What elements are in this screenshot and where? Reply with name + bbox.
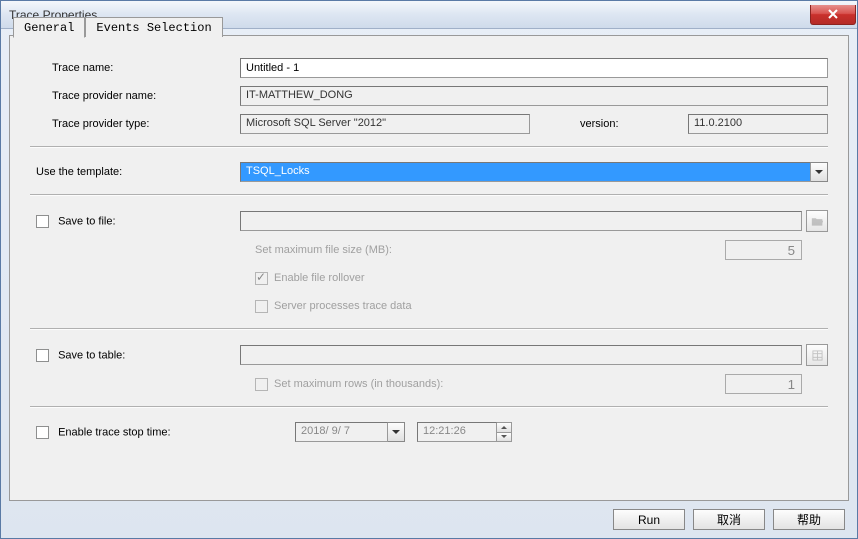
- row-server-processes: Server processes trace data: [30, 296, 828, 316]
- trace-name-input[interactable]: [240, 58, 828, 78]
- folder-open-icon: [811, 216, 824, 227]
- row-save-file: Save to file:: [30, 210, 828, 232]
- dialog-button-row: Run 取消 帮助: [613, 509, 845, 530]
- rollover-checkbox: [255, 272, 268, 285]
- max-file-size-label: Set maximum file size (MB):: [255, 244, 725, 256]
- row-trace-name: Trace name:: [30, 58, 828, 78]
- save-table-container: Save to table:: [30, 349, 240, 362]
- server-processes-checkbox: [255, 300, 268, 313]
- max-rows-label: Set maximum rows (in thousands):: [274, 378, 725, 390]
- save-table-label: Save to table:: [58, 349, 125, 361]
- trace-name-label: Trace name:: [30, 62, 240, 74]
- table-icon: [811, 350, 824, 361]
- save-file-container: Save to file:: [30, 215, 240, 228]
- template-label: Use the template:: [30, 166, 240, 178]
- divider-4: [30, 406, 828, 408]
- rollover-label: Enable file rollover: [274, 272, 365, 284]
- content-area: General Events Selection Trace name: Tra…: [1, 29, 857, 538]
- row-provider-name: Trace provider name: IT-MATTHEW_DONG: [30, 86, 828, 106]
- row-provider-type: Trace provider type: Microsoft SQL Serve…: [30, 114, 828, 134]
- browse-file-button[interactable]: [806, 210, 828, 232]
- provider-name-label: Trace provider name:: [30, 90, 240, 102]
- save-file-label: Save to file:: [58, 215, 115, 227]
- browse-table-button[interactable]: [806, 344, 828, 366]
- run-button[interactable]: Run: [613, 509, 685, 530]
- version-value: 11.0.2100: [688, 114, 828, 134]
- row-save-table: Save to table:: [30, 344, 828, 366]
- save-table-checkbox[interactable]: [36, 349, 49, 362]
- time-spinner: [497, 422, 512, 442]
- provider-type-label: Trace provider type:: [30, 118, 240, 130]
- row-stop-time: Enable trace stop time: 2018/ 9/ 7 12:21…: [30, 422, 828, 442]
- stop-time-picker: 12:21:26: [417, 422, 512, 442]
- max-rows-input: [725, 374, 802, 394]
- divider-3: [30, 328, 828, 330]
- divider-2: [30, 194, 828, 196]
- stop-date-value: 2018/ 9/ 7: [295, 422, 388, 442]
- save-file-path: [240, 211, 802, 231]
- window-frame: Trace Properties General Events Selectio…: [0, 0, 858, 539]
- version-label: version:: [530, 118, 640, 130]
- save-file-checkbox[interactable]: [36, 215, 49, 228]
- max-rows-checkbox: [255, 378, 268, 391]
- tab-general[interactable]: General: [13, 17, 85, 38]
- provider-type-value: Microsoft SQL Server "2012": [240, 114, 530, 134]
- help-button[interactable]: 帮助: [773, 509, 845, 530]
- spinner-up-icon: [497, 422, 512, 432]
- stop-time-label: Enable trace stop time:: [58, 426, 171, 438]
- stop-time-checkbox[interactable]: [36, 426, 49, 439]
- tab-events-selection[interactable]: Events Selection: [85, 17, 222, 37]
- server-processes-label: Server processes trace data: [274, 300, 412, 312]
- row-rollover: Enable file rollover: [30, 268, 828, 288]
- chevron-down-icon[interactable]: [811, 162, 828, 182]
- stop-date-picker: 2018/ 9/ 7: [295, 422, 405, 442]
- provider-name-value: IT-MATTHEW_DONG: [240, 86, 828, 106]
- save-table-value: [240, 345, 802, 365]
- row-template: Use the template: TSQL_Locks: [30, 162, 828, 182]
- cancel-button[interactable]: 取消: [693, 509, 765, 530]
- row-max-rows: Set maximum rows (in thousands):: [30, 374, 828, 394]
- stop-time-value: 12:21:26: [417, 422, 497, 442]
- tab-panel: General Events Selection Trace name: Tra…: [9, 35, 849, 501]
- close-icon: [827, 8, 839, 20]
- divider-1: [30, 146, 828, 148]
- row-max-file-size: Set maximum file size (MB):: [30, 240, 828, 260]
- template-value: TSQL_Locks: [240, 162, 811, 182]
- spinner-down-icon: [497, 432, 512, 443]
- tab-strip: General Events Selection: [13, 17, 223, 37]
- close-button[interactable]: [810, 5, 856, 25]
- stop-time-container: Enable trace stop time:: [30, 426, 240, 439]
- max-file-size-input: [725, 240, 802, 260]
- template-combo[interactable]: TSQL_Locks: [240, 162, 828, 182]
- chevron-down-icon: [388, 422, 405, 442]
